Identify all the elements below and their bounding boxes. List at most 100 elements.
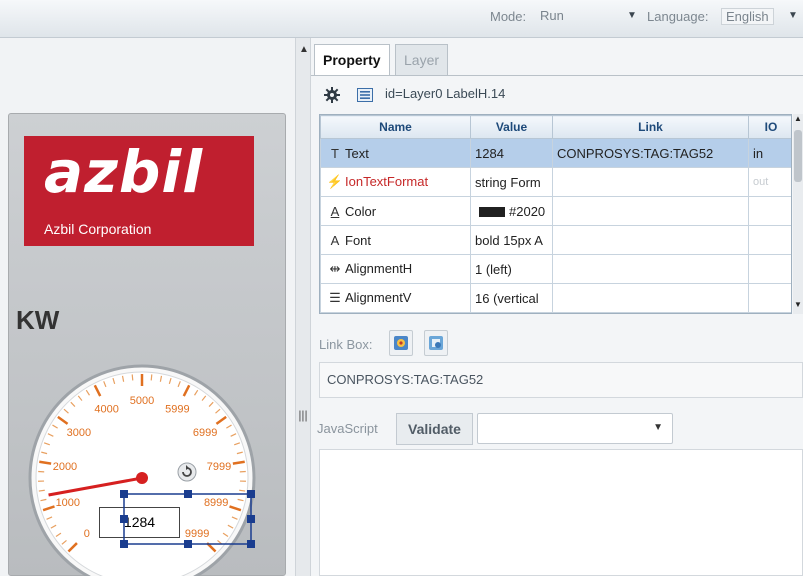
property-value: string Form: [475, 174, 541, 190]
gauge-tick-label: 7999: [207, 461, 231, 473]
property-io-cell[interactable]: [748, 283, 791, 313]
property-link-cell[interactable]: [552, 167, 749, 197]
logo-subtitle: Azbil Corporation: [44, 221, 152, 237]
gauge-tick-label: 0: [84, 528, 90, 540]
property-value: 1284: [475, 145, 504, 161]
scroll-down-icon[interactable]: ▼: [794, 300, 802, 309]
property-value-cell[interactable]: bold 15px A: [470, 225, 553, 255]
azbil-logo: azbil Azbil Corporation: [24, 136, 254, 246]
tab-layer[interactable]: Layer: [395, 44, 449, 76]
property-value: #2020: [509, 203, 546, 219]
color-icon: A: [330, 203, 340, 219]
gauge-hub: [136, 472, 148, 484]
selection-handles[interactable]: [118, 488, 258, 550]
property-value-cell[interactable]: 1284: [470, 138, 553, 168]
property-link-cell[interactable]: [552, 283, 749, 313]
property-io-cell[interactable]: in: [748, 138, 791, 168]
chevron-down-icon[interactable]: ▼: [653, 422, 663, 433]
scroll-up-icon[interactable]: ▲: [299, 44, 309, 55]
handle-top-mid: [184, 490, 192, 498]
property-io-cell[interactable]: out: [748, 167, 791, 197]
mode-dropdown-icon[interactable]: ▼: [627, 10, 637, 21]
gauge-tick-label: 5999: [165, 404, 189, 416]
property-toolbar: id=Layer0 LabelH.14: [311, 82, 803, 108]
property-io-cell[interactable]: [748, 254, 791, 284]
property-name-cell[interactable]: T Text: [320, 138, 471, 168]
gauge-minor-tick: [38, 489, 45, 492]
table-row[interactable]: T Text 1284 CONPROSYS:TAG:TAG52 in: [320, 138, 791, 168]
col-header-link[interactable]: Link: [552, 115, 749, 139]
col-header-name[interactable]: Name: [320, 115, 471, 139]
align-vertical-icon: ☰: [329, 290, 341, 305]
handle-mid-left: [120, 515, 128, 523]
link-box-button-2[interactable]: [424, 330, 448, 356]
gauge-tick-label: 3000: [67, 427, 91, 439]
property-name: Color: [345, 203, 377, 219]
list-view-icon[interactable]: [357, 88, 373, 102]
validate-button[interactable]: Validate: [396, 413, 473, 445]
handle-bottom-right: [247, 540, 255, 548]
link-tag-icon: [429, 336, 443, 350]
link-settings-icon: [394, 336, 408, 350]
align-horizontal-icon: ⇹: [329, 261, 341, 276]
property-name: Font: [345, 232, 372, 248]
property-link-cell[interactable]: [552, 254, 749, 284]
property-value: bold 15px A: [475, 232, 543, 248]
property-name: Text: [345, 145, 369, 161]
property-value-cell[interactable]: 16 (vertical: [470, 283, 553, 313]
property-value-cell[interactable]: 1 (left): [470, 254, 553, 284]
link-box-button-1[interactable]: [389, 330, 413, 356]
link-box-label: Link Box:: [319, 337, 373, 352]
col-header-io[interactable]: IO: [748, 115, 791, 139]
col-header-value[interactable]: Value: [470, 115, 553, 139]
gauge-minor-tick: [131, 374, 134, 381]
gauge-tick-label: 6999: [193, 427, 217, 439]
language-dropdown-icon[interactable]: ▼: [788, 10, 798, 21]
property-grid[interactable]: Name Value Link IO T Text 1284 CONPROSYS:TA…: [319, 114, 792, 314]
gauge-minor-tick: [150, 374, 153, 381]
property-name-cell[interactable]: ⇹ AlignmentH: [320, 254, 471, 284]
property-io-cell[interactable]: [748, 196, 791, 226]
property-io-cell[interactable]: [748, 225, 791, 255]
color-swatch[interactable]: [479, 207, 505, 218]
gauge-tick-label: 5000: [130, 395, 154, 407]
link-box-field[interactable]: CONPROSYS:TAG:TAG52: [319, 362, 803, 398]
property-link-cell[interactable]: CONPROSYS:TAG:TAG52: [552, 138, 749, 168]
splitter-grip-icon[interactable]: |||: [297, 408, 309, 442]
handle-bottom-left: [120, 540, 128, 548]
property-name-cell[interactable]: A Color: [320, 196, 471, 226]
table-row[interactable]: A Font bold 15px A: [320, 225, 791, 255]
grid-scrollbar[interactable]: ▲ ▼: [793, 114, 803, 314]
mode-select[interactable]: Run: [540, 8, 564, 23]
property-value-cell[interactable]: string Form: [470, 167, 553, 197]
table-row[interactable]: ☰ AlignmentV 16 (vertical: [320, 283, 791, 313]
property-value-cell[interactable]: #2020: [470, 196, 553, 226]
language-label: Language:: [647, 9, 709, 24]
property-name-cell[interactable]: ⚡ IonTextFormat: [320, 167, 471, 197]
tab-property[interactable]: Property: [314, 44, 390, 76]
gauge-tick-label: 1000: [56, 497, 80, 509]
unit-label: KW: [16, 305, 60, 335]
gear-icon[interactable]: [324, 87, 340, 103]
element-id: id=Layer0 LabelH.14: [385, 86, 506, 101]
table-row[interactable]: A Color #2020: [320, 196, 791, 226]
javascript-editor[interactable]: [319, 449, 803, 576]
rotate-icon[interactable]: [177, 462, 197, 482]
language-select[interactable]: English: [721, 8, 774, 25]
property-name-cell[interactable]: A Font: [320, 225, 471, 255]
scrollbar-thumb[interactable]: [794, 130, 802, 182]
property-name-cell[interactable]: ☰ AlignmentV: [320, 283, 471, 313]
top-bar: Mode: Run ▼ Language: English ▼: [0, 0, 803, 38]
table-row[interactable]: ⚡ IonTextFormat string Form out: [320, 167, 791, 197]
logo-wordmark: azbil: [44, 138, 204, 206]
property-link-cell[interactable]: [552, 225, 749, 255]
table-row[interactable]: ⇹ AlignmentH 1 (left): [320, 254, 791, 284]
gauge-tick-label: 4000: [94, 404, 118, 416]
handle-top-left: [120, 490, 128, 498]
property-link-cell[interactable]: [552, 196, 749, 226]
tab-divider: [311, 75, 803, 76]
scroll-up-icon[interactable]: ▲: [794, 114, 802, 123]
font-icon: A: [330, 232, 340, 248]
script-event-select[interactable]: ▼: [477, 413, 673, 444]
panel-splitter[interactable]: ▲ |||: [295, 38, 311, 576]
